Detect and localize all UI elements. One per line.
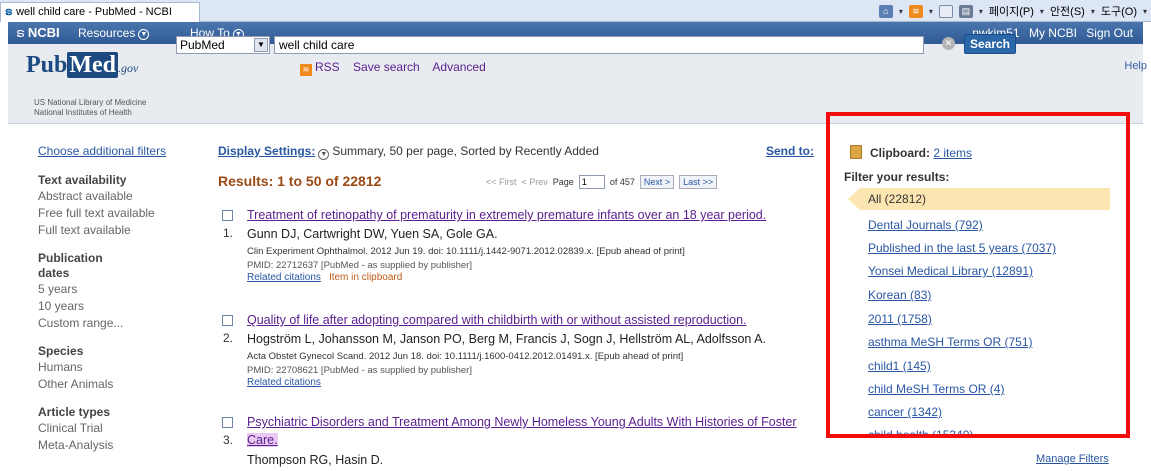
display-settings: Display Settings: ▼ Summary, 50 per page, …: [218, 144, 599, 160]
result-number: 2.: [223, 331, 234, 345]
browser-command-bar: ⌂ ▾ ≋ ▾ ▤ ▾ 페이지(P) ▾ 안전(S) ▾ 도구(O) ▾: [878, 2, 1147, 20]
result-item: 2. Quality of life after adopting compar…: [222, 313, 822, 393]
filter-option[interactable]: Full text available: [38, 222, 198, 239]
display-settings-link[interactable]: Display Settings:: [218, 144, 315, 158]
filter-group: Article types Clinical Trial Meta-Analys…: [38, 405, 198, 454]
chevron-down-icon[interactable]: ▾: [929, 7, 933, 16]
chevron-down-icon[interactable]: ▼: [318, 149, 330, 160]
my-ncbi-link[interactable]: My NCBI: [1029, 26, 1077, 40]
browser-tab-strip: ຣ well child care - PubMed - NCBI ⌂ ▾ ≋ …: [0, 0, 1151, 22]
manage-filters-link[interactable]: Manage Filters: [1036, 453, 1109, 465]
result-title-link-continued[interactable]: Care.: [247, 433, 278, 447]
help-link[interactable]: Help: [1124, 60, 1147, 72]
last-page-button[interactable]: Last >>: [679, 175, 718, 189]
related-citations-link[interactable]: Related citations: [247, 272, 321, 283]
chevron-down-icon[interactable]: ▾: [1040, 7, 1044, 16]
choose-filters-link[interactable]: Choose additional filters: [38, 144, 198, 158]
chevron-down-icon[interactable]: ▾: [899, 7, 903, 16]
browser-tab[interactable]: ຣ well child care - PubMed - NCBI: [0, 2, 200, 22]
print-icon[interactable]: ▤: [958, 4, 973, 18]
result-authors: Hogström L, Johansson M, Janson PO, Berg…: [247, 332, 766, 346]
filter-group-title: Text availability: [38, 173, 127, 187]
filter-option[interactable]: Clinical Trial: [38, 420, 198, 437]
ncbi-tab-icon: ຣ: [5, 6, 13, 18]
result-authors: Thompson RG, Hasin D.: [247, 453, 384, 467]
red-highlight-box: [826, 112, 1130, 438]
prev-page-link[interactable]: < Prev: [522, 177, 548, 187]
search-options: ≋ RSS Save search Advanced: [300, 60, 496, 76]
next-page-button[interactable]: Next >: [639, 175, 675, 189]
page-total: of 457: [609, 177, 635, 187]
filter-group: Species Humans Other Animals: [38, 344, 198, 393]
pubmed-logo[interactable]: PubMed .gov: [26, 52, 138, 79]
chevron-down-icon[interactable]: ▾: [979, 7, 983, 16]
result-checkbox[interactable]: [222, 210, 233, 221]
result-checkbox[interactable]: [222, 417, 233, 428]
safety-menu[interactable]: 안전(S): [1050, 3, 1085, 19]
result-item: 3. Psychiatric Disorders and Treatment A…: [222, 415, 822, 471]
ncbi-logo-icon: ຣ: [16, 25, 25, 40]
filter-group-title: Publication dates: [38, 251, 103, 280]
filter-group-title: Article types: [38, 405, 111, 419]
save-search-link[interactable]: Save search: [353, 60, 420, 74]
rss-link[interactable]: RSS: [315, 60, 340, 74]
result-citation: Clin Experiment Ophthalmol. 2012 Jun 19.…: [247, 246, 685, 257]
result-checkbox[interactable]: [222, 315, 233, 326]
result-title-link[interactable]: Treatment of retinopathy of prematurity …: [247, 208, 766, 222]
result-pmid: PMID: 22712637 [PubMed - as supplied by …: [247, 260, 472, 271]
rss-icon: ≋: [300, 64, 312, 76]
result-number: 3.: [223, 433, 234, 447]
display-summary: Summary, 50 per page, Sorted by Recently…: [332, 144, 599, 158]
filter-option[interactable]: Custom range...: [38, 315, 198, 332]
filter-option[interactable]: Other Animals: [38, 376, 198, 393]
filter-group: Publication dates 5 years 10 years Custo…: [38, 251, 198, 332]
left-filters: Choose additional filters Text availabil…: [38, 144, 198, 454]
filter-option[interactable]: 5 years: [38, 281, 198, 298]
result-authors: Gunn DJ, Cartwright DW, Yuen SA, Gole GA…: [247, 227, 498, 241]
chevron-down-icon: ▼: [138, 29, 150, 40]
ncbi-logo[interactable]: ຣ NCBI: [16, 25, 60, 41]
first-page-link[interactable]: << First: [486, 177, 517, 187]
mail-icon[interactable]: [938, 4, 953, 18]
chevron-down-icon[interactable]: ▾: [1091, 7, 1095, 16]
results-count: Results: 1 to 50 of 22812: [218, 173, 382, 189]
clear-search-icon[interactable]: ✕: [942, 37, 955, 50]
search-button[interactable]: Search: [964, 34, 1016, 54]
result-links: Related citations Item in clipboard: [247, 272, 402, 283]
related-citations-link[interactable]: Related citations: [247, 377, 321, 388]
pagination: << First < Prev Page 1 of 457 Next > Las…: [486, 175, 718, 189]
chevron-down-icon[interactable]: ▾: [1143, 7, 1147, 16]
advanced-search-link[interactable]: Advanced: [432, 60, 485, 74]
chevron-down-icon: ▼: [254, 38, 268, 52]
result-item: 1. Treatment of retinopathy of prematuri…: [222, 208, 822, 288]
filter-option[interactable]: Free full text available: [38, 205, 198, 222]
resources-menu[interactable]: Resources ▼: [78, 26, 150, 40]
filter-group-title: Species: [38, 344, 84, 358]
tools-menu[interactable]: 도구(O): [1101, 3, 1137, 19]
result-citation: Acta Obstet Gynecol Scand. 2012 Jun 18. …: [247, 351, 684, 362]
filter-option[interactable]: Humans: [38, 359, 198, 376]
pubmed-subtitle: US National Library of Medicine National…: [34, 98, 147, 117]
filter-group: Text availability Abstract available Fre…: [38, 173, 198, 239]
sign-out-link[interactable]: Sign Out: [1086, 26, 1133, 40]
result-number: 1.: [223, 226, 234, 240]
filter-option[interactable]: Meta-Analysis: [38, 437, 198, 454]
database-select[interactable]: PubMed ▼: [176, 36, 270, 54]
result-pmid: PMID: 22708621 [PubMed - as supplied by …: [247, 365, 472, 376]
item-in-clipboard-link[interactable]: Item in clipboard: [329, 272, 402, 283]
result-title-link[interactable]: Quality of life after adopting compared …: [247, 313, 747, 327]
home-icon[interactable]: ⌂: [878, 4, 893, 18]
filter-option[interactable]: Abstract available: [38, 188, 198, 205]
browser-tab-title: well child care - PubMed - NCBI: [16, 6, 172, 18]
result-title-link[interactable]: Psychiatric Disorders and Treatment Amon…: [247, 415, 797, 429]
page-number-input[interactable]: 1: [578, 175, 605, 189]
filter-option[interactable]: 10 years: [38, 298, 198, 315]
page-menu[interactable]: 페이지(P): [989, 3, 1034, 19]
send-to-menu[interactable]: Send to:: [766, 144, 814, 158]
search-input[interactable]: well child care: [274, 36, 924, 54]
result-links: Related citations: [247, 377, 321, 388]
page-label: Page: [552, 177, 574, 187]
rss-feed-icon[interactable]: ≋: [908, 4, 923, 18]
